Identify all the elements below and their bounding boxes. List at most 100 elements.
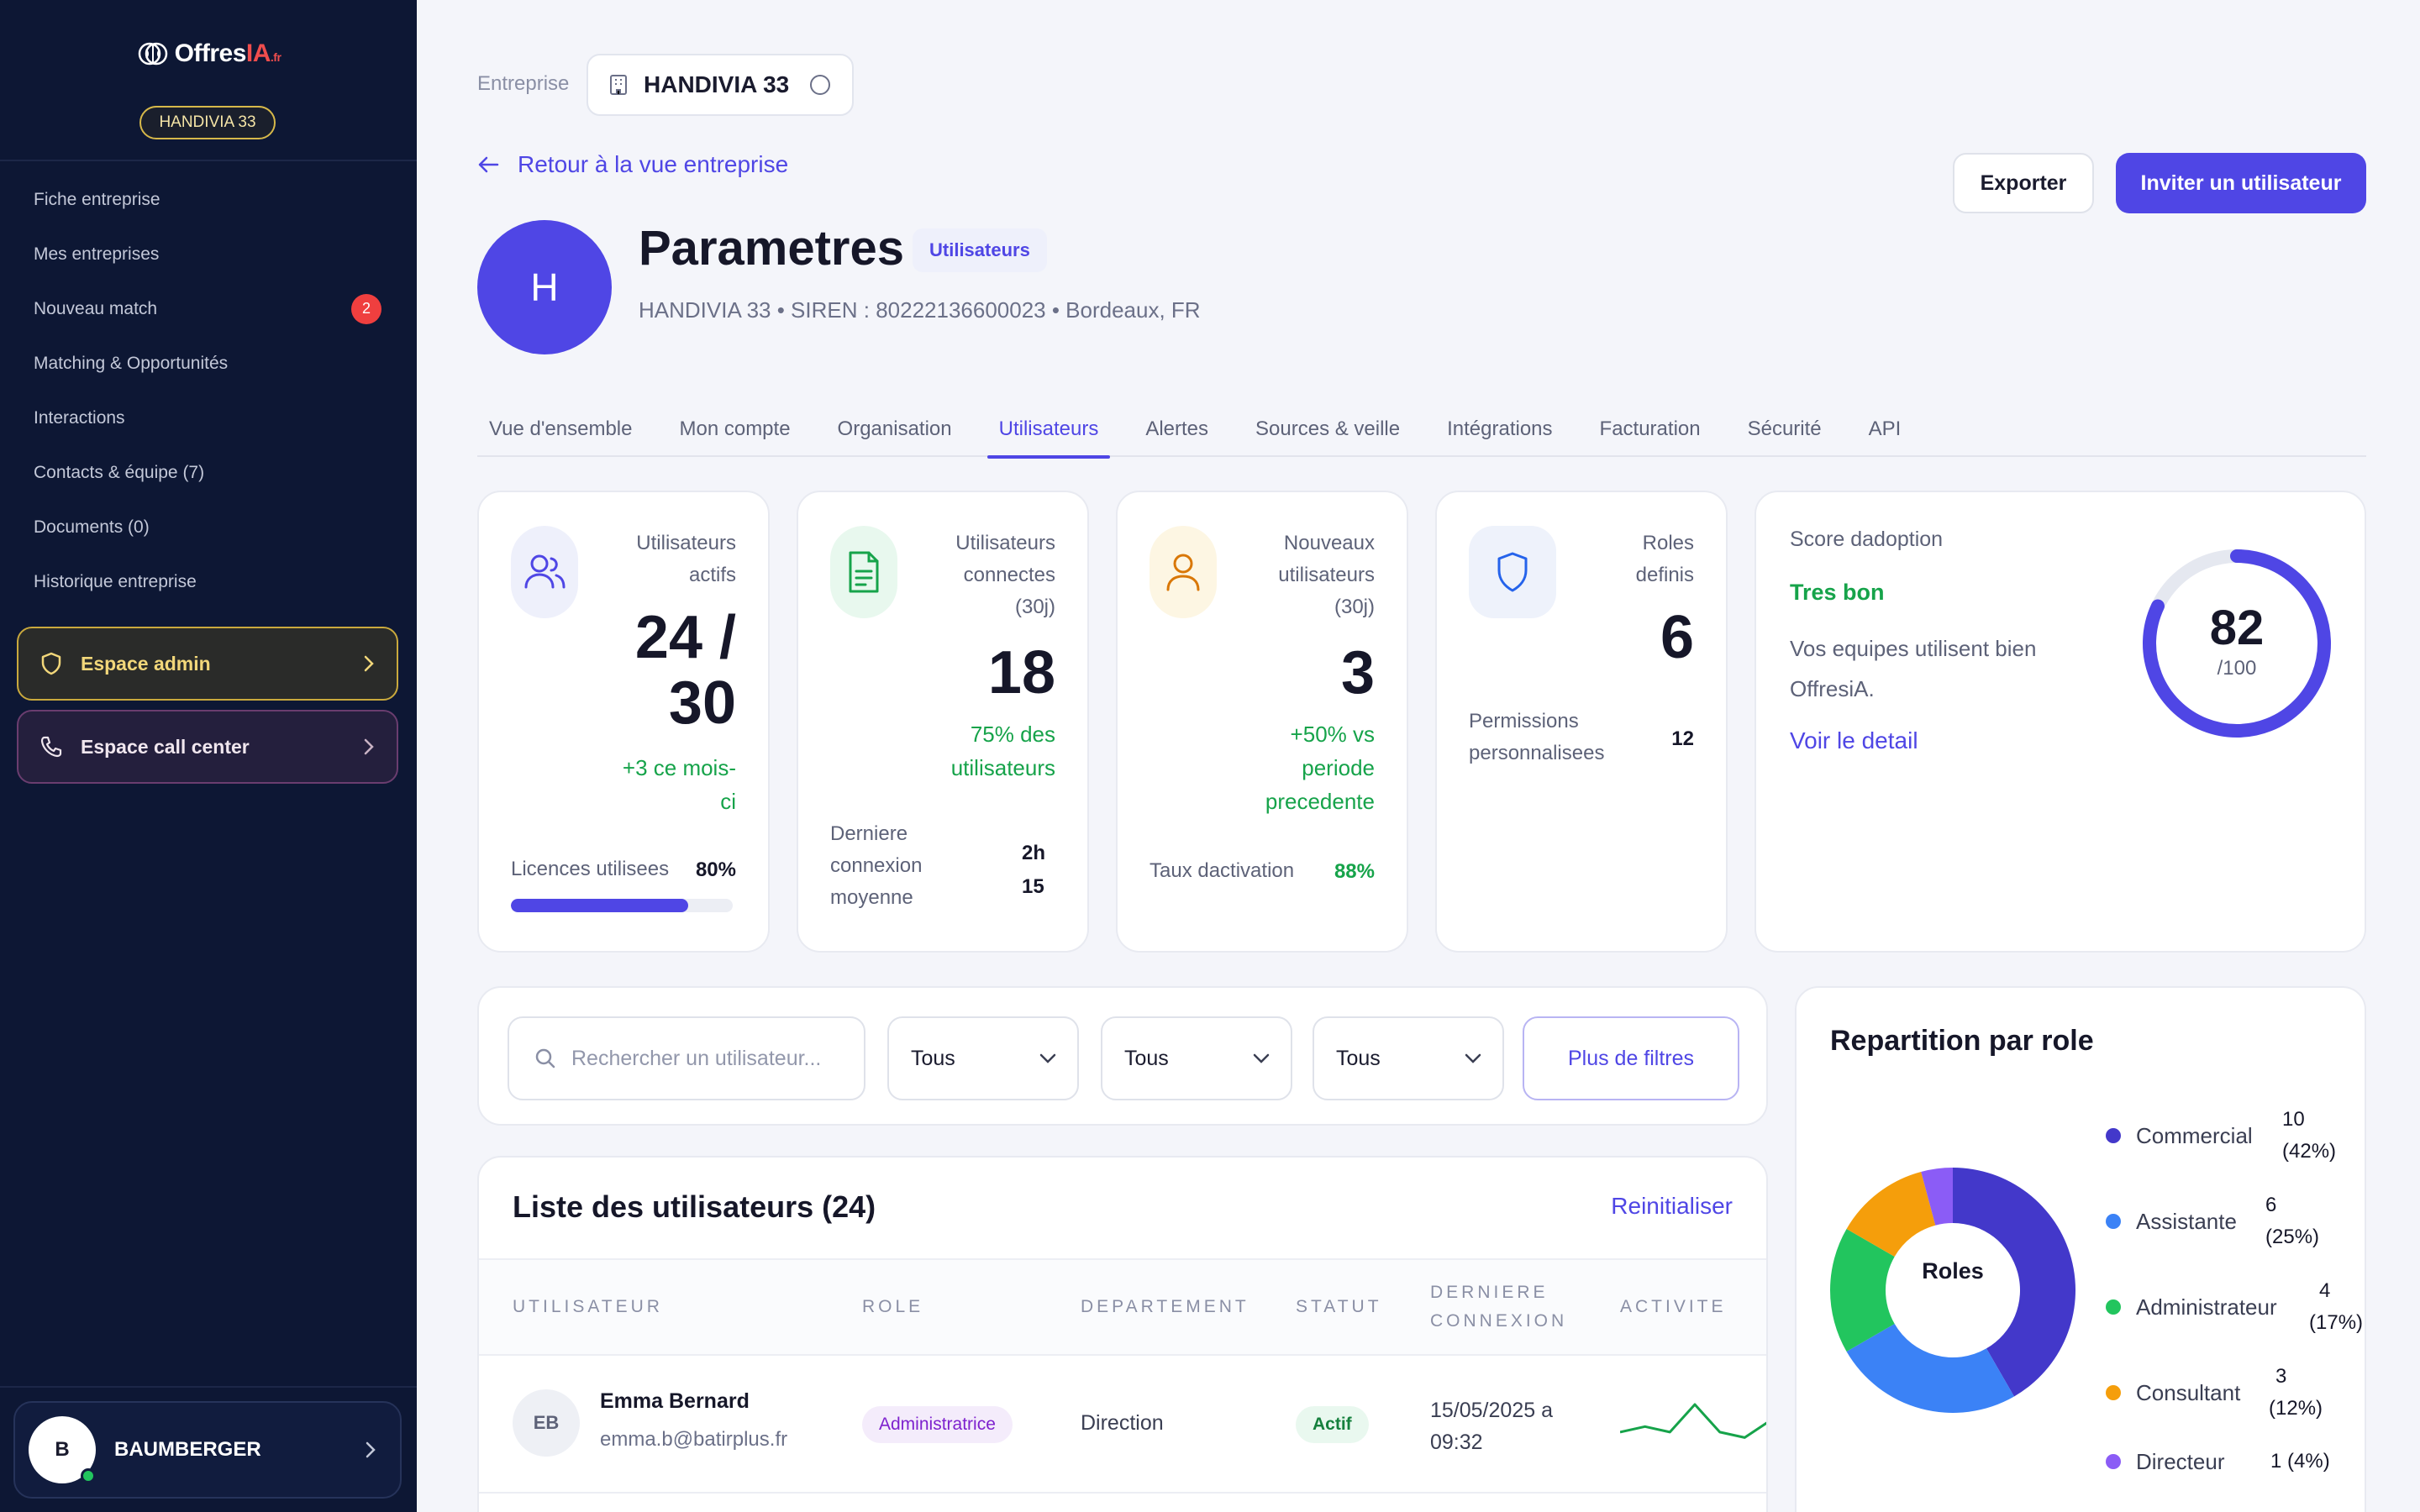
invite-user-button[interactable]: Inviter un utilisateur [2116,153,2366,213]
sidebar-divider [0,160,417,161]
sidebar-item-contacts[interactable]: Contacts & équipe (7) [0,445,417,500]
tab-billing[interactable]: Facturation [1588,402,1712,457]
sidebar-nav: Fiche entreprise Mes entreprises Nouveau… [0,172,417,609]
tab-security[interactable]: Sécurité [1736,402,1833,457]
sidebar-item-mes-entreprises[interactable]: Mes entreprises [0,227,417,281]
sidebar-item-fiche-entreprise[interactable]: Fiche entreprise [0,172,417,227]
score-detail-link[interactable]: Voir le detail [1790,727,1918,754]
filter-bar: Rechercher un utilisateur... Tous Tous T… [477,986,1768,1126]
app-logo[interactable]: OffresIA.fr [0,37,417,71]
licenses-label: Licences utilisees [511,858,670,880]
stat-value: 18 [987,639,1055,706]
column-header-role[interactable]: ROLE [862,1260,923,1354]
role-filter-select[interactable]: Tous [887,1016,1079,1100]
role-badge: Administratrice [862,1406,1013,1443]
column-header-department[interactable]: DEPARTEMENT [1081,1260,1249,1354]
legend-dot [2106,1299,2121,1315]
new-users-card: Nouveaux utilisateurs (30j) 3 +50% vs perio… [1116,491,1408,953]
table-header: UTILISATEUR ROLE DEPARTEMENT STATUT DERN… [479,1258,1766,1356]
sidebar-item-label: Contacts & équipe (7) [34,462,205,482]
sidebar-footer-divider [0,1386,417,1388]
column-header-activity[interactable]: ACTIVITE [1620,1260,1727,1354]
sidebar-item-label: Nouveau match [34,298,158,318]
column-header-last-connection[interactable]: DERNIERE CONNEXION [1430,1260,1567,1354]
tab-api[interactable]: API [1857,402,1913,457]
legend-label: Directeur [2136,1448,2225,1474]
callcenter-space-button[interactable]: Espace call center [17,710,398,784]
user-email: emma.b@batirplus.fr [600,1428,788,1451]
reset-filters-link[interactable]: Reinitialiser [1611,1193,1733,1220]
tab-account[interactable]: Mon compte [667,402,802,457]
legend-label: Administrateur [2136,1294,2277,1320]
company-label: Entreprise [477,72,570,95]
custom-permissions-label: Permissions personnalisees [1469,710,1605,764]
search-input[interactable]: Rechercher un utilisateur... [508,1016,865,1100]
company-avatar: H [477,220,612,354]
select-value: Tous [1336,1046,1381,1070]
notification-badge: 2 [351,293,381,324]
company-pill: HANDIVIA 33 [139,106,276,139]
sidebar-item-historique[interactable]: Historique entreprise [0,554,417,609]
export-button[interactable]: Exporter [1953,153,2094,213]
stat-label: Roles definis [1635,532,1694,586]
roles-distribution-card: Repartition par role Roles Commercial 10… [1795,986,2366,1512]
tab-organisation[interactable]: Organisation [826,402,964,457]
tab-users[interactable]: Utilisateurs [986,402,1111,459]
legend-label: Commercial [2136,1122,2253,1148]
column-header-status[interactable]: STATUT [1296,1260,1382,1354]
donut-center-label: Roles [1922,1258,1984,1284]
admin-space-button[interactable]: Espace admin [17,627,398,701]
table-title: Liste des utilisateurs (24) [513,1189,876,1224]
tab-overview[interactable]: Vue d'ensemble [477,402,644,457]
active-users-card: Utilisateurs actifs 24 /30 +3 ce mois-ci … [477,491,770,953]
tab-integrations[interactable]: Intégrations [1435,402,1564,457]
search-placeholder: Rechercher un utilisateur... [571,1046,822,1070]
custom-permissions-value: 12 [1671,727,1694,750]
legend-value: 1 (4%) [2270,1450,2330,1473]
sidebar-item-label: Matching & Opportunités [34,353,229,373]
company-selector[interactable]: HANDIVIA 33 [587,54,854,116]
chevron-right-icon [364,655,374,672]
stat-value: 24 /30 [634,604,736,737]
avatar-initial: B [55,1438,70,1461]
licenses-value: 80% [695,858,736,881]
legend-label: Assistante [2136,1208,2237,1234]
activity-line [1620,1403,1766,1439]
logo-text: OffresIA.fr [174,39,281,67]
select-value: Tous [1124,1046,1169,1070]
sidebar-item-interactions[interactable]: Interactions [0,391,417,445]
connected-users-card: Utilisateurs connectes (30j) 18 75% des uti… [797,491,1089,953]
user-menu[interactable]: B BAUMBERGER [13,1401,402,1499]
shield-icon [1469,526,1556,618]
tab-alerts[interactable]: Alertes [1134,402,1220,457]
back-to-company-link[interactable]: Retour à la vue entreprise [477,151,788,178]
search-icon [535,1048,555,1068]
gauge-value: 82 [2209,601,2265,655]
activation-rate-label: Taux dactivation [1150,859,1295,882]
status-filter-select[interactable]: Tous [1313,1016,1504,1100]
sidebar-item-documents[interactable]: Documents (0) [0,500,417,554]
sidebar-item-nouveau-match[interactable]: Nouveau match 2 [0,281,417,336]
settings-tabs: Vue d'ensemble Mon compte Organisation U… [477,402,2366,459]
roles-donut-chart [1830,1168,2075,1413]
tab-sources[interactable]: Sources & veille [1244,402,1412,457]
back-link-label: Retour à la vue entreprise [518,151,789,177]
company-name: HANDIVIA 33 [644,71,790,97]
chevron-down-icon [1253,1053,1270,1063]
last-connection-value: 2h 15 [1022,842,1046,898]
chevron-right-icon [364,738,374,755]
more-filters-button[interactable]: Plus de filtres [1523,1016,1739,1100]
sidebar-item-matching[interactable]: Matching & Opportunités [0,336,417,391]
activation-rate-value: 88% [1334,860,1375,883]
stat-value: 3 [1340,639,1375,706]
sidebar-item-label: Interactions [34,407,125,428]
user-icon [1150,526,1217,618]
department-filter-select[interactable]: Tous [1101,1016,1292,1100]
chart-title: Repartition par role [1830,1025,2094,1057]
stat-label: Nouveaux utilisateurs (30j) [1278,532,1375,618]
phone-icon [40,736,62,758]
table-row[interactable]: EB Emma Bernard emma.b@batirplus.fr Admi… [479,1356,1766,1494]
column-header-user[interactable]: UTILISATEUR [513,1260,663,1354]
donut-slice-assistante[interactable] [1846,1324,2014,1413]
stat-delta: +3 ce mois-ci [622,755,736,814]
